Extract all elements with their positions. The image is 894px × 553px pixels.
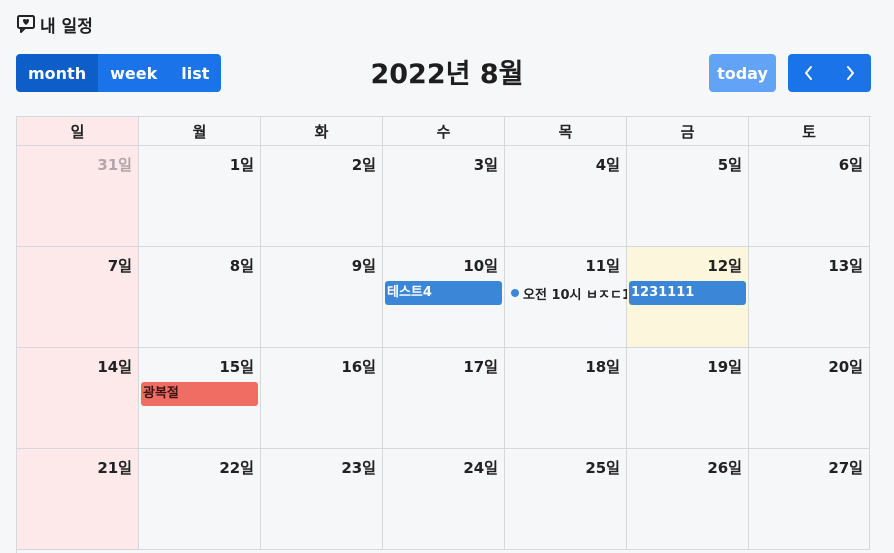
event-dot-icon [511, 289, 519, 297]
weekday-wed: 수 [383, 117, 505, 146]
prev-month-button[interactable] [788, 54, 830, 92]
day-number[interactable]: 27일 [828, 457, 863, 478]
month-nav [788, 54, 871, 92]
holiday-event[interactable]: 광복절 [141, 382, 258, 406]
day-cell[interactable]: 22일 [139, 449, 261, 550]
day-cell[interactable]: 9일 [261, 247, 383, 348]
day-cell[interactable]: 4일 [505, 146, 627, 247]
day-number[interactable]: 4일 [596, 154, 620, 175]
day-cell[interactable]: 11일 오전 10시 ㅂㅈㄷ11 [505, 247, 640, 348]
day-number[interactable]: 23일 [341, 457, 376, 478]
weekday-fri: 금 [627, 117, 749, 146]
weekday-sat: 토 [749, 117, 870, 146]
day-number[interactable]: 16일 [341, 356, 376, 377]
day-cell[interactable]: 26일 [627, 449, 749, 550]
calendar-event[interactable]: 테스트4 [385, 281, 502, 305]
day-number[interactable]: 12일 [707, 255, 742, 276]
day-number[interactable]: 20일 [828, 356, 863, 377]
day-cell[interactable]: 8일 [139, 247, 261, 348]
day-number[interactable]: 19일 [707, 356, 742, 377]
week-row: 7일 8일 9일 10일 테스트4 11일 오전 10시 ㅂㅈㄷ11 12일 1… [17, 247, 871, 348]
day-number[interactable]: 26일 [707, 457, 742, 478]
day-number[interactable]: 2일 [352, 154, 376, 175]
month-calendar: 일 월 화 수 목 금 토 31일 1일 2일 3일 4일 5일 6일 7일 8… [16, 116, 871, 553]
day-number[interactable]: 13일 [828, 255, 863, 276]
day-cell[interactable]: 21일 [17, 449, 139, 550]
day-cell[interactable]: 14일 [17, 348, 139, 449]
day-number[interactable]: 11일 [585, 255, 620, 276]
today-button[interactable]: today [709, 54, 776, 92]
day-number[interactable]: 21일 [97, 457, 132, 478]
calendar-event-timed[interactable]: 오전 10시 ㅂㅈㄷ11 [511, 284, 640, 303]
weekday-sun: 일 [17, 117, 139, 146]
app-title-text: 내 일정 [40, 16, 93, 37]
day-number[interactable]: 3일 [474, 154, 498, 175]
weekday-tue: 화 [261, 117, 383, 146]
day-cell[interactable]: 5일 [627, 146, 749, 247]
week-row: 14일 15일 광복절 16일 17일 18일 19일 20일 [17, 348, 871, 449]
day-number[interactable]: 1일 [230, 154, 254, 175]
day-cell[interactable]: 31일 [17, 146, 139, 247]
chevron-right-icon [847, 66, 855, 80]
day-number[interactable]: 22일 [219, 457, 254, 478]
day-cell[interactable]: 25일 [505, 449, 627, 550]
day-number[interactable]: 7일 [108, 255, 132, 276]
day-cell[interactable]: 1일 [139, 146, 261, 247]
day-cell[interactable]: 27일 [749, 449, 870, 550]
day-cell[interactable]: 18일 [505, 348, 627, 449]
day-number[interactable]: 18일 [585, 356, 620, 377]
week-row: 31일 1일 2일 3일 4일 5일 6일 [17, 146, 871, 247]
day-cell[interactable]: 2일 [261, 146, 383, 247]
day-number[interactable]: 14일 [97, 356, 132, 377]
day-cell-today[interactable]: 12일 1231111 [627, 247, 749, 348]
calendar-event[interactable]: 1231111 [629, 281, 746, 305]
day-number[interactable]: 25일 [585, 457, 620, 478]
next-month-button[interactable] [829, 54, 871, 92]
weekday-mon: 월 [139, 117, 261, 146]
day-number[interactable]: 9일 [352, 255, 376, 276]
day-number[interactable]: 5일 [718, 154, 742, 175]
day-cell[interactable]: 20일 [749, 348, 870, 449]
day-number[interactable]: 10일 [463, 255, 498, 276]
day-cell[interactable]: 10일 테스트4 [383, 247, 505, 348]
day-cell[interactable]: 3일 [383, 146, 505, 247]
day-cell[interactable]: 19일 [627, 348, 749, 449]
app-title: 내 일정 [16, 12, 93, 37]
day-cell[interactable]: 17일 [383, 348, 505, 449]
day-cell[interactable]: 23일 [261, 449, 383, 550]
day-number[interactable]: 6일 [839, 154, 863, 175]
day-number[interactable]: 24일 [463, 457, 498, 478]
chat-heart-icon [16, 14, 36, 34]
day-cell[interactable]: 6일 [749, 146, 870, 247]
weekday-header: 일 월 화 수 목 금 토 [17, 117, 871, 146]
day-cell[interactable]: 7일 [17, 247, 139, 348]
day-cell[interactable]: 15일 광복절 [139, 348, 261, 449]
day-cell[interactable]: 13일 [749, 247, 870, 348]
day-cell[interactable]: 24일 [383, 449, 505, 550]
chevron-left-icon [804, 66, 812, 80]
day-number[interactable]: 17일 [463, 356, 498, 377]
day-number[interactable]: 8일 [230, 255, 254, 276]
day-cell[interactable]: 16일 [261, 348, 383, 449]
week-row: 21일 22일 23일 24일 25일 26일 27일 [17, 449, 871, 550]
event-title: 오전 10시 ㅂㅈㄷ11 [523, 287, 640, 303]
day-number[interactable]: 31일 [97, 154, 132, 175]
day-number[interactable]: 15일 [219, 356, 254, 377]
weekday-thu: 목 [505, 117, 627, 146]
